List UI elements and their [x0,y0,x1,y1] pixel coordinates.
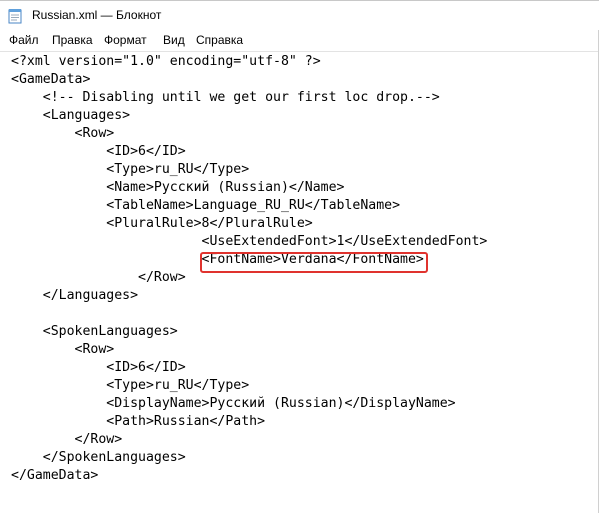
menu-format[interactable]: Формат [104,33,147,47]
code-line: <Path>Russian</Path> [11,414,266,429]
menu-view[interactable]: Вид [163,33,185,47]
menu-file[interactable]: Файл [9,33,39,47]
code-line: <?xml version="1.0" encoding="utf-8" ?> [11,54,321,69]
code-line: <DisplayName>Русский (Russian)</DisplayN… [11,396,456,411]
code-line: <Languages> [11,108,131,123]
code-line: </Row> [11,432,123,447]
code-line: </GameData> [11,468,99,483]
code-line: </SpokenLanguages> [11,450,186,465]
code-line: <Row> [11,126,115,141]
menu-edit[interactable]: Правка [52,33,93,47]
code-line: <SpokenLanguages> [11,324,178,339]
code-line: <PluralRule>8</PluralRule> [11,216,313,231]
code-line: <Type>ru_RU</Type> [11,378,250,393]
title-bar[interactable]: Russian.xml — Блокнот [0,0,599,30]
code-line: <TableName>Language_RU_RU</TableName> [11,198,401,213]
code-line: <Type>ru_RU</Type> [11,162,250,177]
fontname-highlight-box [200,252,428,273]
code-line: <ID>6</ID> [11,144,186,159]
code-line: <UseExtendedFont>1</UseExtendedFont> [11,234,488,249]
code-line: <ID>6</ID> [11,360,186,375]
menu-bar: Файл Правка Формат Вид Справка [0,30,599,52]
notepad-icon [8,9,22,24]
code-line: </Languages> [11,288,139,303]
code-line: </Row> [11,270,186,285]
code-line: <Row> [11,342,115,357]
code-line: <GameData> [11,72,91,87]
text-editor[interactable]: <?xml version="1.0" encoding="utf-8" ?> … [0,52,599,513]
code-line: <Name>Русский (Russian)</Name> [11,180,345,195]
window-title: Russian.xml — Блокнот [32,8,162,22]
menu-help[interactable]: Справка [196,33,243,47]
code-line: <!-- Disabling until we get our first lo… [11,90,440,105]
